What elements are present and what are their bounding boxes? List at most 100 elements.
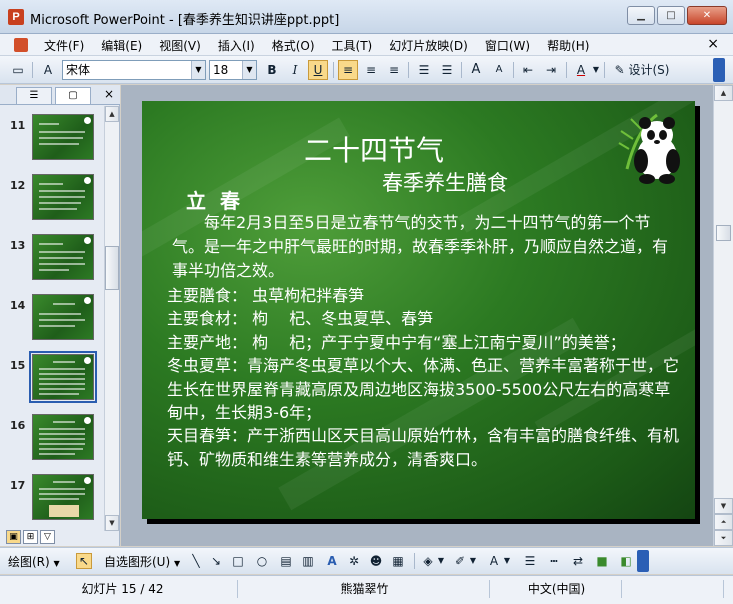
slide-sorter-view-icon[interactable]: ⊞ — [23, 530, 38, 544]
scroll-up-icon[interactable]: ▲ — [105, 106, 119, 122]
picture-icon[interactable]: ▦ — [390, 553, 406, 569]
slide-scroll-thumb[interactable] — [716, 225, 731, 241]
align-left-icon[interactable]: ≡ — [338, 60, 358, 80]
slide-thumbnail-selected[interactable] — [29, 351, 97, 403]
slide-thumbnail-row[interactable]: 13 — [0, 230, 104, 286]
toolbar-options-icon[interactable] — [637, 550, 649, 572]
chevron-down-icon[interactable]: ▼ — [242, 61, 256, 79]
minimize-button[interactable]: ▁ — [627, 6, 655, 25]
font-color-icon[interactable]: A — [571, 60, 591, 80]
slide-thumbnail[interactable] — [32, 474, 94, 520]
chevron-down-icon[interactable]: ▼ — [191, 61, 205, 79]
scroll-down-icon[interactable]: ▼ — [714, 498, 733, 514]
chevron-down-icon[interactable]: ▼ — [436, 553, 446, 569]
dash-style-icon[interactable]: ┅ — [546, 553, 562, 569]
menu-insert[interactable]: 插入(I) — [218, 37, 255, 54]
font-size-select[interactable]: 18 ▼ — [209, 60, 257, 80]
menu-file[interactable]: 文件(F) — [44, 37, 84, 54]
decrease-font-icon[interactable]: A — [489, 60, 509, 80]
slide-scrollbar[interactable]: ▲ ▼ ⏶ ⏷ — [713, 85, 733, 546]
slide-thumbnail[interactable] — [32, 294, 94, 340]
document-close-icon[interactable]: × — [707, 36, 719, 52]
arrow-style-icon[interactable]: ⇄ — [570, 553, 586, 569]
chevron-down-icon[interactable]: ▼ — [591, 60, 601, 80]
slide-thumbnail[interactable] — [32, 174, 94, 220]
textbox-icon[interactable]: ▤ — [278, 553, 294, 569]
increase-font-icon[interactable]: A — [466, 60, 486, 80]
current-slide[interactable]: 二十四节气 春季养生膳食 立春 每年2月3日至5日是立春节气的交节，为二十四节气… — [142, 101, 695, 519]
fill-color-icon[interactable]: ◈ — [420, 553, 436, 569]
autoshapes-button[interactable]: 自选图形(U) ▼ — [104, 553, 180, 571]
powerpoint-app-icon[interactable]: P — [8, 9, 24, 25]
align-right-icon[interactable]: ≡ — [384, 60, 404, 80]
bullets-icon[interactable]: ☰ — [437, 60, 457, 80]
font-name-select[interactable]: 宋体 ▼ — [62, 60, 206, 80]
next-slide-icon[interactable]: ⏷ — [714, 530, 733, 546]
vertical-textbox-icon[interactable]: ▥ — [300, 553, 316, 569]
panda-icon — [84, 117, 91, 124]
slide-thumbnail-row[interactable]: 17 — [0, 470, 104, 521]
underline-button[interactable]: U — [308, 60, 328, 80]
menu-edit[interactable]: 编辑(E) — [101, 37, 142, 54]
draw-menu-button[interactable]: 绘图(R) ▼ — [8, 553, 60, 571]
oval-icon[interactable]: ○ — [254, 553, 270, 569]
line-color-icon[interactable]: ✐ — [452, 553, 468, 569]
scroll-up-icon[interactable]: ▲ — [714, 85, 733, 101]
panel-scroll-thumb[interactable] — [105, 246, 119, 290]
drawing-toolbar: 绘图(R) ▼ ↖ 自选图形(U) ▼ ╲ ↘ □ ○ ▤ ▥ A ✲ ☻ ▦ … — [0, 547, 733, 574]
align-center-icon[interactable]: ≡ — [361, 60, 381, 80]
slide-heading[interactable]: 立春 — [186, 185, 254, 214]
normal-view-icon[interactable]: ▣ — [6, 530, 21, 544]
new-document-icon[interactable]: ▭ — [8, 60, 28, 80]
line-icon[interactable]: ╲ — [188, 553, 204, 569]
slide-thumbnail[interactable] — [32, 234, 94, 280]
tab-slides[interactable]: ▢ — [55, 87, 91, 104]
italic-button[interactable]: I — [285, 60, 305, 80]
menu-tools[interactable]: 工具(T) — [332, 37, 373, 54]
scroll-down-icon[interactable]: ▼ — [105, 515, 119, 531]
menu-window[interactable]: 窗口(W) — [485, 37, 530, 54]
previous-slide-icon[interactable]: ⏶ — [714, 514, 733, 530]
tab-outline[interactable]: ☰ — [16, 87, 52, 104]
arrow-icon[interactable]: ↘ — [208, 553, 224, 569]
slide-title[interactable]: 二十四节气 — [304, 129, 444, 169]
increase-indent-icon[interactable]: ⇥ — [541, 60, 561, 80]
panel-scrollbar[interactable]: ▲ ▼ — [104, 106, 119, 531]
slide-subtitle[interactable]: 春季养生膳食 — [382, 167, 508, 197]
slide-thumbnail-row[interactable]: 11 — [0, 110, 104, 166]
slide-thumbnail-row[interactable]: 16 — [0, 410, 104, 466]
maximize-button[interactable]: □ — [657, 6, 685, 25]
slide-paragraph[interactable]: 每年2月3日至5日是立春节气的交节，为二十四节气的第一个节气。是一年之中肝气最旺… — [172, 211, 677, 283]
toolbar-options-icon[interactable] — [713, 58, 725, 82]
select-pointer-icon[interactable]: ↖ — [76, 553, 92, 569]
slide-thumbnail-row[interactable]: 12 — [0, 170, 104, 226]
clipart-icon[interactable]: ☻ — [368, 553, 384, 569]
numbering-icon[interactable]: ☰ — [414, 60, 434, 80]
menu-help[interactable]: 帮助(H) — [547, 37, 589, 54]
font-color-icon[interactable]: A — [486, 553, 502, 569]
menu-format[interactable]: 格式(O) — [272, 37, 315, 54]
chevron-down-icon[interactable]: ▼ — [502, 553, 512, 569]
document-icon[interactable] — [14, 38, 28, 52]
close-button[interactable]: ✕ — [687, 6, 727, 25]
slide-thumbnail-row-selected[interactable]: 15 — [0, 350, 104, 406]
font-dialog-icon[interactable]: A — [38, 60, 58, 80]
diagram-icon[interactable]: ✲ — [346, 553, 362, 569]
line-style-icon[interactable]: ☰ — [522, 553, 538, 569]
design-button[interactable]: ✎ 设计(S) — [610, 60, 674, 80]
3d-icon[interactable]: ◧ — [618, 553, 634, 569]
wordart-icon[interactable]: A — [324, 553, 340, 569]
shadow-icon[interactable]: ■ — [594, 553, 610, 569]
menu-slideshow[interactable]: 幻灯片放映(D) — [389, 37, 468, 54]
slide-thumbnail-row[interactable]: 14 — [0, 290, 104, 346]
decrease-indent-icon[interactable]: ⇤ — [518, 60, 538, 80]
slideshow-view-icon[interactable]: ▽ — [40, 530, 55, 544]
bold-button[interactable]: B — [262, 60, 282, 80]
chevron-down-icon[interactable]: ▼ — [468, 553, 478, 569]
menu-view[interactable]: 视图(V) — [159, 37, 201, 54]
slide-text-list[interactable]: 主要膳食： 虫草枸杞拌春笋 主要食材： 枸 杞、冬虫夏草、春笋 主要产地： 枸 … — [167, 284, 685, 471]
panel-close-icon[interactable]: × — [104, 87, 114, 101]
slide-thumbnail[interactable] — [32, 414, 94, 460]
slide-thumbnail[interactable] — [32, 114, 94, 160]
rectangle-icon[interactable]: □ — [230, 553, 246, 569]
